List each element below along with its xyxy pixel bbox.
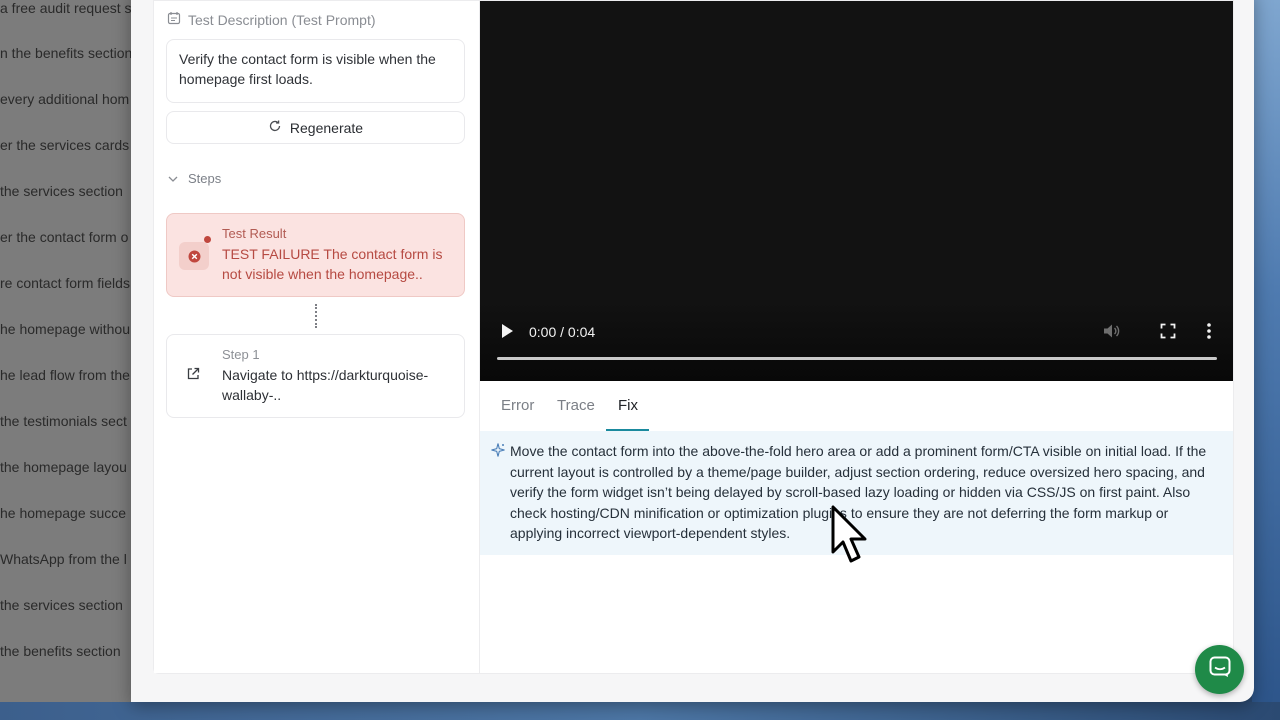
background-list-item: a free audit request s xyxy=(0,0,131,16)
video-progress-bar[interactable] xyxy=(497,357,1217,360)
play-icon[interactable] xyxy=(500,323,514,344)
step-connector xyxy=(315,304,317,328)
chat-icon xyxy=(1208,655,1232,684)
description-icon xyxy=(167,11,181,28)
step-text: Navigate to https://darkturquoise-wallab… xyxy=(222,367,429,403)
background-list-item: he lead flow from the xyxy=(0,367,130,383)
result-label: Test Result xyxy=(222,226,287,241)
background-list-item: he homepage succe xyxy=(0,505,127,521)
error-circle-icon xyxy=(179,242,209,270)
steps-label: Steps xyxy=(188,171,222,186)
background-test-list: a free audit request s n the benefits se… xyxy=(0,0,131,702)
background-list-item: the services section xyxy=(0,183,123,199)
video-time: 0:00 / 0:04 xyxy=(529,324,596,340)
desktop-background-right xyxy=(1252,0,1280,720)
chevron-down-icon xyxy=(168,171,178,186)
tab-fix[interactable]: Fix xyxy=(618,397,638,414)
tab-error[interactable]: Error xyxy=(501,397,534,414)
description-heading-text: Test Description (Test Prompt) xyxy=(188,11,376,28)
background-list-item: re contact form fields xyxy=(0,275,130,291)
background-list-item: er the contact form o xyxy=(0,229,129,245)
modal-content: Test Description (Test Prompt) Verify th… xyxy=(153,0,1234,674)
test-description-text[interactable]: Verify the contact form is visible when … xyxy=(166,39,465,103)
background-list-item: the services section xyxy=(0,597,123,613)
steps-toggle[interactable]: Steps xyxy=(168,171,221,186)
background-list-item: er the services cards xyxy=(0,137,130,153)
chat-support-button[interactable] xyxy=(1195,645,1244,694)
background-list-item: every additional hom xyxy=(0,91,130,107)
desktop-background-bottom xyxy=(0,702,1280,720)
tab-trace[interactable]: Trace xyxy=(557,397,595,414)
result-tabs: Error Trace Fix xyxy=(480,381,1233,432)
step-1-card[interactable]: Step 1 Navigate to https://darkturquoise… xyxy=(166,334,465,418)
regenerate-button[interactable]: Regenerate xyxy=(166,111,465,144)
background-list-item: he homepage withou xyxy=(0,321,130,337)
refresh-icon xyxy=(268,119,282,136)
test-details-panel: Test Description (Test Prompt) Verify th… xyxy=(154,1,480,673)
test-result-card[interactable]: Test Result TEST FAILURE The contact for… xyxy=(166,213,465,297)
fullscreen-icon[interactable] xyxy=(1160,323,1176,344)
description-heading: Test Description (Test Prompt) xyxy=(167,11,376,28)
test-details-modal: Test Description (Test Prompt) Verify th… xyxy=(131,0,1254,702)
mouse-cursor-icon xyxy=(830,505,874,570)
background-list-item: n the benefits section xyxy=(0,45,131,61)
background-list-item: the benefits section xyxy=(0,643,121,659)
sparkle-icon xyxy=(490,442,506,463)
error-indicator-dot xyxy=(204,236,211,243)
more-options-icon[interactable] xyxy=(1206,322,1212,345)
video-player[interactable]: 0:00 / 0:04 xyxy=(480,1,1233,381)
background-list-item: the testimonials sect xyxy=(0,413,127,429)
external-link-icon xyxy=(186,367,200,386)
video-controls-shade xyxy=(480,301,1233,381)
background-list-item: the homepage layou xyxy=(0,459,127,475)
regenerate-label: Regenerate xyxy=(289,119,364,136)
result-text: TEST FAILURE The contact form is not vis… xyxy=(222,246,443,282)
volume-icon[interactable] xyxy=(1102,322,1120,345)
background-list-item: WhatsApp from the l xyxy=(0,551,127,567)
step-label: Step 1 xyxy=(222,347,260,362)
